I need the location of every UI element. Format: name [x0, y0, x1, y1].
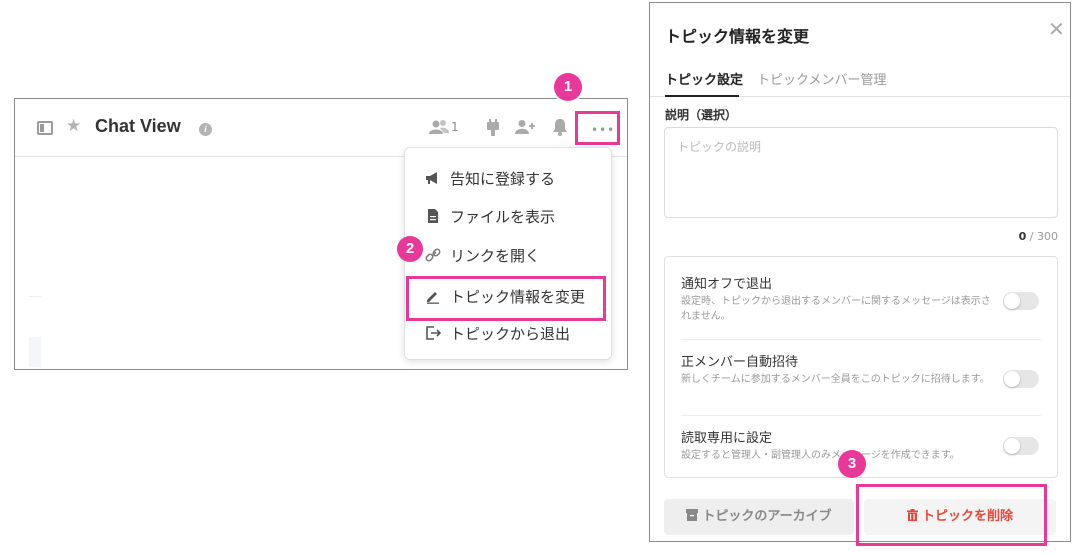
character-counter: 0 / 300: [1019, 230, 1058, 243]
option-leave-silently: 通知オフで退出 設定時、トピックから退出するメンバーに関するメッセージは表示され…: [681, 273, 1041, 347]
close-icon[interactable]: ✕: [1048, 17, 1065, 41]
options-list: 通知オフで退出 設定時、トピックから退出するメンバーに関するメッセージは表示され…: [664, 256, 1058, 478]
active-tab-indicator: [665, 95, 739, 97]
edit-topic-highlight: [406, 276, 606, 321]
option-description: 設定時、トピックから退出するメンバーに関するメッセージは表示されません。: [681, 296, 991, 322]
menu-item-announcement[interactable]: 告知に登録する: [405, 159, 611, 197]
members-icon: [429, 120, 449, 134]
option-title: 通知オフで退出: [681, 277, 773, 292]
option-description: 新しくチームに参加するメンバー全員をこのトピックに招待します。: [681, 374, 990, 385]
info-icon[interactable]: i: [199, 123, 212, 136]
archive-button-label: トピックのアーカイブ: [702, 509, 832, 524]
sidebar-toggle-icon[interactable]: [37, 121, 53, 135]
tab-member-management[interactable]: トピックメンバー管理: [757, 69, 886, 88]
divider: [681, 415, 1041, 416]
topic-options-menu: 告知に登録する ファイルを表示 リンクを開く トピック情報を変更 トピックから退…: [404, 147, 612, 360]
step-badge-2: 2: [397, 236, 423, 262]
menu-item-label: 告知に登録する: [450, 170, 556, 188]
exit-icon: [426, 326, 441, 340]
menu-item-open-links[interactable]: リンクを開く: [405, 236, 611, 274]
menu-item-label: ファイルを表示: [450, 208, 556, 226]
archive-icon: [686, 509, 699, 521]
step-badge-1: 1: [554, 73, 582, 101]
link-icon: [425, 248, 441, 262]
counter-max: / 300: [1026, 230, 1058, 243]
dialog-title: トピック情報を変更: [665, 27, 810, 46]
divider: [29, 296, 41, 297]
menu-item-label: トピックから退出: [450, 325, 571, 343]
bell-icon: [553, 119, 567, 136]
option-auto-invite: 正メンバー自動招待 新しくチームに参加するメンバー全員をこのトピックに招待します…: [681, 351, 1041, 425]
dialog-tabs: トピック設定 トピックメンバー管理: [650, 63, 1070, 97]
member-count: 1: [451, 120, 459, 134]
star-icon[interactable]: ★: [66, 116, 81, 136]
pin-button[interactable]: [485, 119, 501, 141]
option-title: 読取専用に設定: [681, 431, 773, 446]
delete-button-highlight: [856, 484, 1047, 546]
file-icon: [428, 209, 438, 223]
description-input[interactable]: [665, 128, 1057, 217]
description-label: 説明（選択）: [665, 108, 738, 122]
description-field-container: [664, 127, 1058, 218]
menu-item-label: リンクを開く: [450, 247, 541, 265]
message-placeholder: [29, 337, 41, 367]
toggle-switch[interactable]: [1003, 292, 1039, 310]
step-badge-3: 3: [838, 450, 866, 478]
notification-button[interactable]: [551, 118, 569, 140]
pin-icon: [487, 119, 499, 136]
toggle-switch[interactable]: [1003, 370, 1039, 388]
more-button-highlight: [575, 111, 620, 145]
topic-title: Chat View: [95, 116, 181, 136]
divider: [681, 339, 1041, 340]
megaphone-icon: [426, 172, 437, 184]
option-title: 正メンバー自動招待: [681, 355, 799, 370]
menu-item-view-files[interactable]: ファイルを表示: [405, 197, 611, 235]
invite-member-button[interactable]: [515, 119, 535, 139]
option-description: 設定すると管理人・副管理人のみメッセージを作成できます。: [681, 450, 960, 461]
tab-topic-settings[interactable]: トピック設定: [665, 69, 743, 88]
add-user-icon: [515, 120, 535, 134]
archive-topic-button[interactable]: トピックのアーカイブ: [664, 499, 854, 535]
toggle-switch[interactable]: [1003, 437, 1039, 455]
